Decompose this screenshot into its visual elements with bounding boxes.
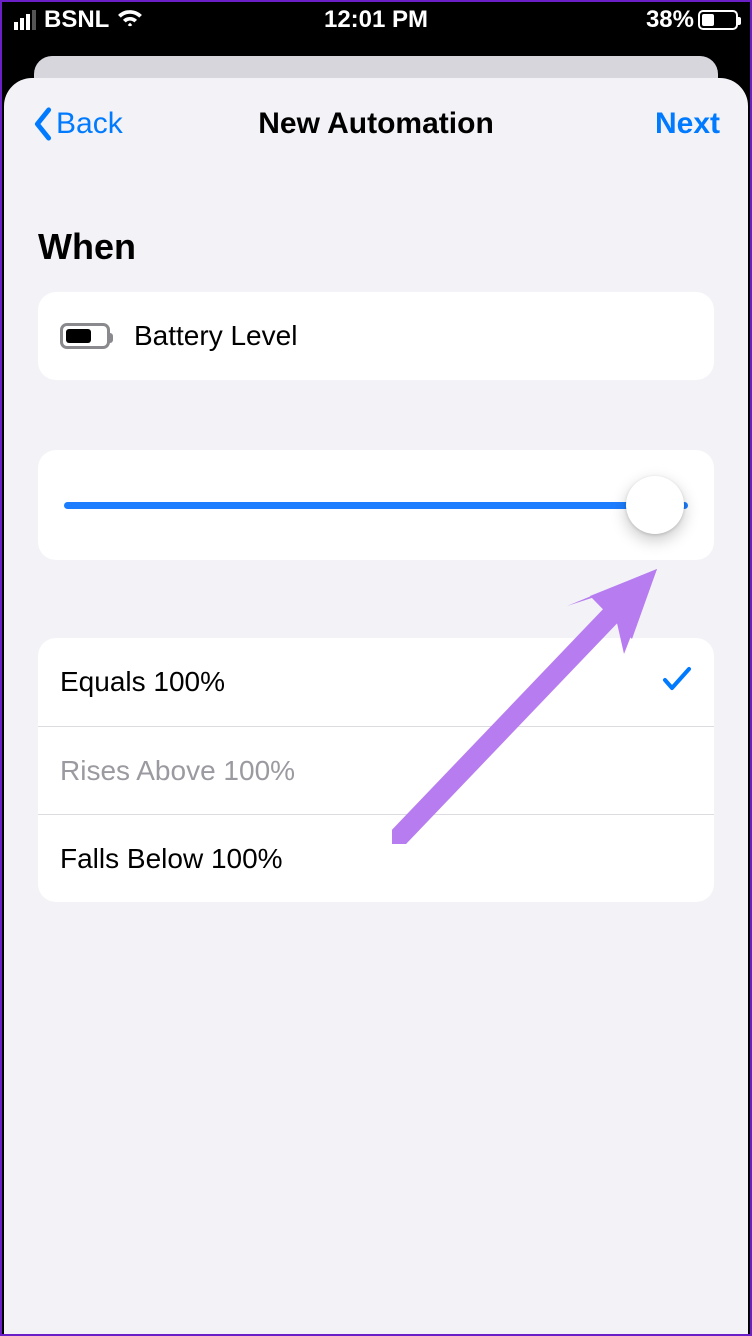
option-label: Falls Below 100%: [60, 843, 692, 875]
battery-level-icon: [60, 323, 110, 349]
modal-sheet: Back New Automation Next When Battery Le…: [4, 78, 748, 1336]
back-button[interactable]: Back: [32, 107, 123, 141]
status-bar: BSNL 12:01 PM 38%: [0, 0, 752, 40]
condition-options-card: Equals 100% Rises Above 100% Falls Below…: [38, 638, 714, 902]
option-rises-above: Rises Above 100%: [38, 726, 714, 814]
chevron-left-icon: [32, 107, 54, 141]
trigger-label: Battery Level: [134, 320, 692, 352]
wifi-icon: [117, 6, 143, 34]
back-label: Back: [56, 107, 123, 141]
cellular-signal-icon: [14, 10, 36, 30]
option-label: Equals 100%: [60, 666, 662, 698]
slider-thumb[interactable]: [626, 476, 684, 534]
navigation-bar: Back New Automation Next: [4, 78, 748, 170]
battery-percent-label: 38%: [646, 6, 694, 34]
option-label: Rises Above 100%: [60, 755, 692, 787]
option-falls-below[interactable]: Falls Below 100%: [38, 814, 714, 902]
battery-status: 38%: [646, 6, 738, 34]
carrier-label: BSNL: [44, 6, 109, 34]
section-header-when: When: [38, 226, 714, 268]
option-equals[interactable]: Equals 100%: [38, 638, 714, 726]
trigger-card: Battery Level: [38, 292, 714, 380]
trigger-row-battery-level[interactable]: Battery Level: [38, 292, 714, 380]
battery-level-slider-card: [38, 450, 714, 560]
battery-icon: [698, 10, 738, 30]
checkmark-icon: [662, 666, 692, 699]
next-button[interactable]: Next: [655, 107, 720, 141]
battery-level-slider[interactable]: [64, 502, 688, 509]
